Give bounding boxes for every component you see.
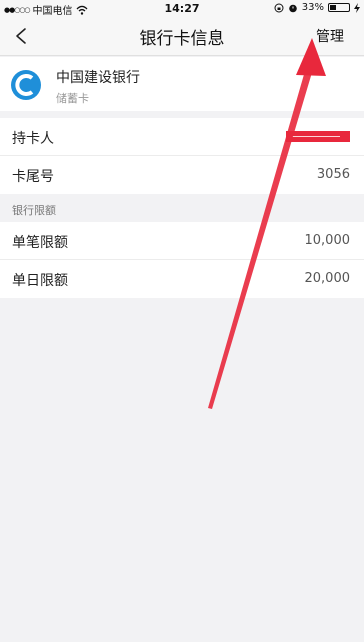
orientation-lock-icon bbox=[274, 3, 284, 12]
limits-section-header: 银行限额 bbox=[0, 195, 364, 221]
card-tail-value: 3056 bbox=[316, 167, 350, 182]
battery-percent: 33% bbox=[301, 2, 324, 13]
daily-limit-value: 20,000 bbox=[304, 271, 351, 286]
charging-icon bbox=[354, 2, 360, 13]
bank-card-header: 中国建设银行 储蓄卡 bbox=[0, 57, 364, 111]
card-holder-label: 持卡人 bbox=[12, 131, 54, 147]
card-holder-redacted bbox=[286, 131, 350, 142]
card-type: 储蓄卡 bbox=[56, 92, 89, 105]
card-holder-row: 持卡人 bbox=[0, 118, 364, 156]
ccb-bank-logo-icon bbox=[11, 70, 41, 100]
single-limit-label: 单笔限额 bbox=[12, 235, 68, 251]
single-limit-value: 10,000 bbox=[304, 233, 351, 248]
status-bar: ●●○○○ 中国电信 14:27 33% bbox=[0, 0, 364, 17]
nav-bar: 银行卡信息 管理 bbox=[0, 16, 364, 56]
card-details-group: 持卡人 卡尾号 3056 bbox=[0, 118, 364, 194]
limits-section-title: 银行限额 bbox=[12, 204, 56, 217]
card-tail-label: 卡尾号 bbox=[12, 169, 54, 185]
single-limit-row: 单笔限额 10,000 bbox=[0, 222, 364, 260]
limits-group: 单笔限额 10,000 单日限额 20,000 bbox=[0, 222, 364, 298]
status-right: 33% bbox=[274, 2, 360, 13]
battery-icon bbox=[328, 3, 350, 12]
manage-button[interactable]: 管理 bbox=[316, 26, 344, 46]
daily-limit-label: 单日限额 bbox=[12, 273, 68, 289]
daily-limit-row: 单日限额 20,000 bbox=[0, 260, 364, 298]
bank-name: 中国建设银行 bbox=[56, 70, 140, 86]
page-title: 银行卡信息 bbox=[139, 29, 225, 49]
card-tail-row: 卡尾号 3056 bbox=[0, 156, 364, 194]
alarm-icon bbox=[288, 4, 297, 12]
